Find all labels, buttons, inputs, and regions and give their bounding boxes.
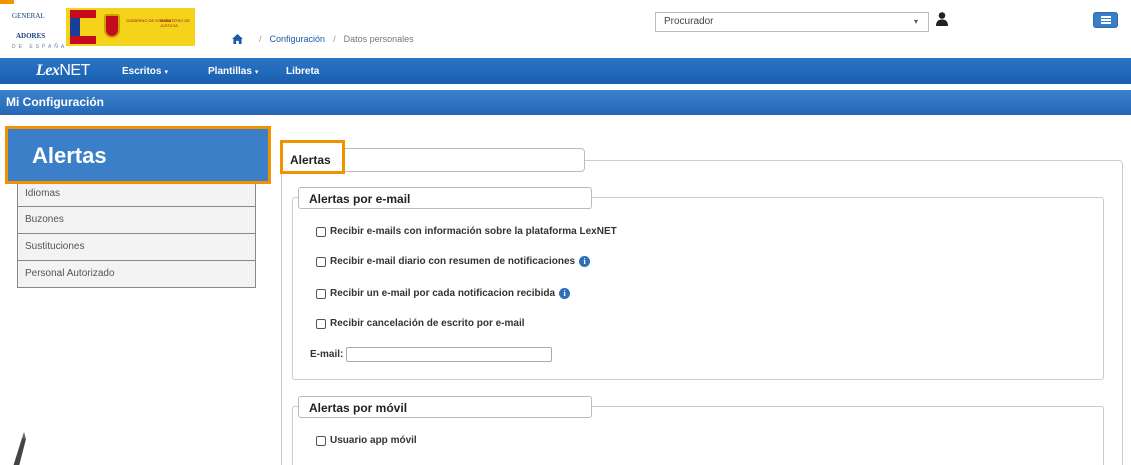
main-navbar: LexNET Escritos ▾ Plantillas ▾ Libreta xyxy=(0,58,1131,84)
lexnet-logo[interactable]: LexNET xyxy=(36,62,90,80)
alertas-legend: Alertas xyxy=(280,140,345,174)
option-cancelacion-escrito[interactable]: Recibir cancelación de escrito por e-mai… xyxy=(316,318,525,329)
breadcrumb-configuracion[interactable]: Configuración xyxy=(270,34,326,44)
option-resumen-diario[interactable]: Recibir e-mail diario con resumen de not… xyxy=(316,256,591,267)
logo-text-line2: ADORES xyxy=(16,32,46,40)
option-label: Recibir e-mail diario con resumen de not… xyxy=(330,256,576,267)
breadcrumb: / Configuración / Datos personales xyxy=(232,34,414,44)
gobierno-logo: GOBIERNO DE ESPAÑA MINISTERIO DE JUSTICI… xyxy=(66,8,195,46)
user-icon[interactable] xyxy=(936,12,948,26)
breadcrumb-current: Datos personales xyxy=(343,34,414,44)
section-title: Mi Configuración xyxy=(6,95,104,109)
corner-accent xyxy=(0,0,14,4)
sidebar-item-sustituciones[interactable]: Sustituciones xyxy=(17,234,256,261)
option-label: Recibir e-mails con información sobre la… xyxy=(330,226,617,237)
role-select-value: Procurador xyxy=(664,16,714,27)
sidebar-item-idiomas[interactable]: Idiomas xyxy=(17,180,256,207)
top-header: GENERAL ADORES DE ESPAÑA GOBIERNO DE ESP… xyxy=(0,0,1131,58)
option-info-plataforma[interactable]: Recibir e-mails con información sobre la… xyxy=(316,226,617,237)
chevron-down-icon: ▾ xyxy=(913,17,918,26)
mobile-alerts-legend: Alertas por móvil xyxy=(298,396,592,418)
checkbox[interactable] xyxy=(316,435,326,446)
option-cada-notificacion[interactable]: Recibir un e-mail por cada notificacion … xyxy=(316,288,571,299)
nav-plantillas[interactable]: Plantillas ▾ xyxy=(208,66,258,77)
checkbox[interactable] xyxy=(316,226,326,237)
sidebar-item-label: Alertas xyxy=(32,143,107,168)
email-field[interactable] xyxy=(346,347,553,362)
hamburger-menu-button[interactable] xyxy=(1093,12,1118,28)
sidebar-menu: Idiomas Buzones Sustituciones Personal A… xyxy=(17,180,256,288)
spain-flag-icon xyxy=(70,10,96,44)
sidebar-item-buzones[interactable]: Buzones xyxy=(17,207,256,234)
nav-libreta[interactable]: Libreta xyxy=(286,66,319,77)
consejo-logo: GENERAL ADORES DE ESPAÑA xyxy=(12,8,70,50)
ministry-text: MINISTERIO DE JUSTICIA xyxy=(160,18,191,28)
option-label: Recibir cancelación de escrito por e-mai… xyxy=(330,318,525,329)
info-icon[interactable]: i xyxy=(559,288,571,299)
sidebar-item-alertas[interactable]: Alertas xyxy=(5,126,271,184)
role-select[interactable]: Procurador ▾ xyxy=(655,12,929,32)
option-label: Recibir un e-mail por cada notificacion … xyxy=(330,288,556,299)
email-alerts-legend: Alertas por e-mail xyxy=(298,187,592,209)
sidebar-item-personal-autorizado[interactable]: Personal Autorizado xyxy=(17,261,256,288)
coat-of-arms-icon xyxy=(104,14,120,38)
logo-text-line3: DE ESPAÑA xyxy=(12,44,68,50)
caret-down-icon: ▾ xyxy=(164,69,168,76)
breadcrumb-separator: / xyxy=(259,34,262,44)
checkbox[interactable] xyxy=(316,256,326,267)
pen-decoration-icon xyxy=(13,432,26,465)
info-icon[interactable]: i xyxy=(579,256,591,267)
breadcrumb-separator: / xyxy=(333,34,336,44)
option-label: Usuario app móvil xyxy=(330,435,417,446)
logo-text-line1: GENERAL xyxy=(12,12,45,20)
checkbox[interactable] xyxy=(316,288,326,299)
alertas-legend-text: Alertas xyxy=(290,153,331,167)
section-header: Mi Configuración xyxy=(0,90,1131,115)
home-icon[interactable] xyxy=(232,34,243,44)
hamburger-icon xyxy=(1101,16,1111,18)
checkbox[interactable] xyxy=(316,318,326,329)
caret-down-icon: ▾ xyxy=(254,69,259,76)
email-row: E-mail: xyxy=(310,347,553,362)
email-label: E-mail: xyxy=(310,349,344,360)
nav-escritos[interactable]: Escritos ▾ xyxy=(122,66,168,77)
option-usuario-app-movil[interactable]: Usuario app móvil xyxy=(316,435,417,446)
